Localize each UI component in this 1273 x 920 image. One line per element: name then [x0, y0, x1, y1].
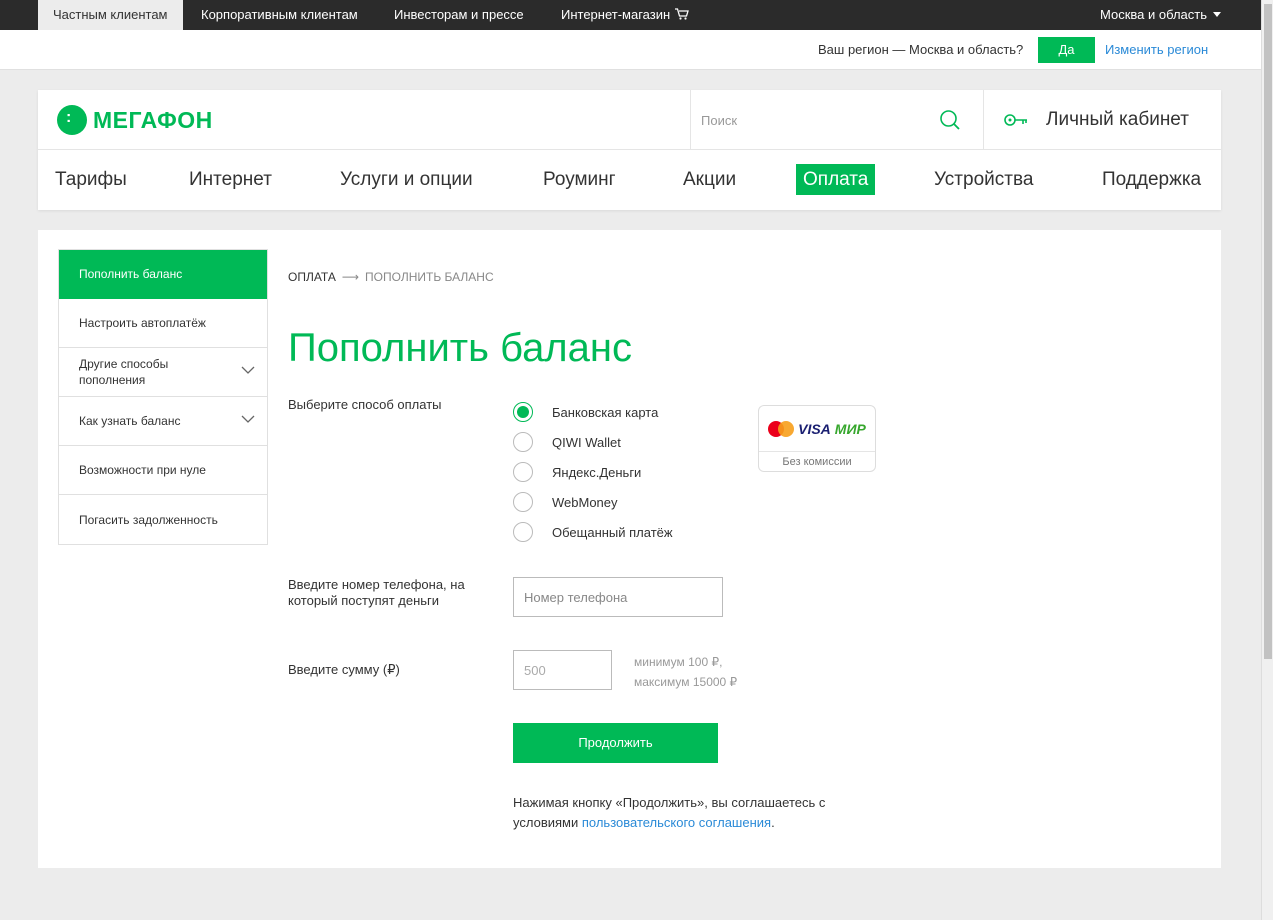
sidebar-item-label: Настроить автоплатёж	[79, 316, 206, 330]
mir-logo: МИР	[834, 420, 866, 437]
sidebar-item-check-balance[interactable]: Как узнать баланс	[59, 397, 267, 446]
method-qiwi[interactable]: QIWI Wallet	[513, 427, 673, 457]
no-commission-note: Без комиссии	[759, 451, 875, 472]
nav-internet[interactable]: Интернет	[189, 164, 272, 195]
personal-account-label: Личный кабинет	[1046, 108, 1189, 130]
payment-methods: Банковская карта QIWI Wallet Яндекс.День…	[513, 397, 673, 547]
sidebar-item-other-methods[interactable]: Другие способы пополнения	[59, 348, 267, 397]
agreement-end: .	[771, 815, 775, 830]
sidebar-item-label: Как узнать баланс	[79, 414, 181, 428]
nav-devices[interactable]: Устройства	[934, 164, 1033, 195]
cart-icon	[675, 8, 690, 20]
radio-selected[interactable]	[513, 402, 533, 422]
sum-limits: минимум 100 ₽, максимум 15000 ₽	[634, 652, 737, 692]
key-icon	[1004, 113, 1027, 126]
search-icon[interactable]	[939, 109, 961, 131]
card-logos: VISA МИР	[759, 406, 875, 451]
breadcrumb-current: Пополнить баланс	[365, 270, 494, 284]
breadcrumb-parent[interactable]: Оплата	[288, 270, 336, 284]
method-label: Банковская карта	[552, 404, 659, 420]
user-agreement-link[interactable]: пользовательского соглашения	[582, 815, 771, 830]
sidebar-menu: Пополнить баланс Настроить автоплатёж Др…	[58, 249, 268, 545]
sidebar-item-pay-debt[interactable]: Погасить задолженность	[59, 495, 267, 544]
agreement-text: Нажимая кнопку «Продолжить», вы соглашае…	[513, 793, 873, 833]
tab-private-clients[interactable]: Частным клиентам	[38, 0, 183, 30]
method-webmoney[interactable]: WebMoney	[513, 487, 673, 517]
sidebar-item-zero-balance[interactable]: Возможности при нуле	[59, 446, 267, 495]
arrow-right-icon: ⟶	[341, 270, 360, 284]
tab-investors-press[interactable]: Инвесторам и прессе	[394, 0, 524, 30]
sidebar-item-label: Пополнить баланс	[79, 267, 183, 281]
region-yes-button[interactable]: Да	[1038, 37, 1095, 63]
logo-text: МегаФон	[93, 106, 213, 133]
card-systems-badge: VISA МИР Без комиссии	[758, 405, 876, 472]
main-content: Пополнить баланс Настроить автоплатёж Др…	[38, 230, 1221, 868]
megafon-logo[interactable]: : МегаФон	[57, 104, 213, 136]
sidebar-item-label: Другие способы пополнения	[79, 357, 169, 387]
radio[interactable]	[513, 522, 533, 542]
chevron-down-icon	[241, 415, 255, 423]
caret-down-icon	[1213, 12, 1221, 17]
continue-button[interactable]: Продолжить	[513, 723, 718, 763]
method-label: QIWI Wallet	[552, 434, 621, 450]
sidebar-item-label: Возможности при нуле	[79, 463, 206, 477]
radio[interactable]	[513, 432, 533, 452]
main-nav: Тарифы Интернет Услуги и опции Роуминг А…	[38, 150, 1221, 210]
nav-support[interactable]: Поддержка	[1102, 164, 1201, 195]
radio[interactable]	[513, 462, 533, 482]
method-yandex-money[interactable]: Яндекс.Деньги	[513, 457, 673, 487]
top-bar: Частным клиентам Корпоративным клиентам …	[0, 0, 1261, 30]
nav-roaming[interactable]: Роуминг	[543, 164, 616, 195]
breadcrumb: Оплата ⟶ Пополнить баланс	[288, 270, 494, 284]
sidebar-item-autopay[interactable]: Настроить автоплатёж	[59, 299, 267, 348]
region-question: Ваш регион — Москва и область?	[818, 42, 1024, 57]
nav-payment[interactable]: Оплата	[796, 164, 876, 195]
method-label: WebMoney	[552, 494, 618, 510]
sum-label: Введите сумму (₽)	[288, 662, 400, 677]
phone-label: Введите номер телефона, на который посту…	[288, 577, 465, 608]
page-scrollbar[interactable]	[1261, 0, 1273, 920]
sidebar-item-top-up[interactable]: Пополнить баланс	[59, 250, 267, 299]
visa-logo: VISA	[798, 420, 831, 437]
nav-tariffs[interactable]: Тарифы	[55, 164, 127, 195]
personal-account-link[interactable]: Личный кабинет	[1004, 90, 1189, 149]
change-region-link[interactable]: Изменить регион	[1105, 42, 1208, 57]
site-header: : МегаФон Личный кабинет Тарифы Интернет…	[38, 90, 1221, 210]
method-promised-payment[interactable]: Обещанный платёж	[513, 517, 673, 547]
sum-min: минимум 100 ₽,	[634, 655, 723, 669]
scrollbar-thumb[interactable]	[1264, 4, 1272, 659]
page-title: Пополнить баланс	[288, 326, 632, 370]
chevron-down-icon	[241, 366, 255, 374]
online-store-label: Интернет-магазин	[561, 7, 671, 22]
region-select[interactable]: Москва и область	[1100, 0, 1221, 30]
method-label: Обещанный платёж	[552, 524, 673, 540]
nav-services[interactable]: Услуги и опции	[340, 164, 473, 195]
method-bank-card[interactable]: Банковская карта	[513, 397, 673, 427]
mastercard-icon	[768, 420, 795, 437]
region-select-label: Москва и область	[1099, 7, 1207, 22]
search-box	[690, 90, 984, 149]
radio[interactable]	[513, 492, 533, 512]
phone-input[interactable]	[513, 577, 723, 617]
sum-max: максимум 15000 ₽	[634, 675, 738, 689]
tab-online-store[interactable]: Интернет-магазин	[561, 0, 690, 30]
tab-corporate-clients[interactable]: Корпоративным клиентам	[201, 0, 358, 30]
region-confirm-bar: Ваш регион — Москва и область? Да Измени…	[0, 30, 1261, 70]
payment-method-label: Выберите способ оплаты	[288, 397, 442, 412]
search-input[interactable]	[701, 108, 921, 132]
megafon-logo-icon: :	[57, 105, 87, 135]
sum-input[interactable]	[513, 650, 612, 690]
sidebar-item-label: Погасить задолженность	[79, 512, 218, 527]
method-label: Яндекс.Деньги	[552, 464, 642, 480]
nav-promotions[interactable]: Акции	[683, 164, 736, 195]
